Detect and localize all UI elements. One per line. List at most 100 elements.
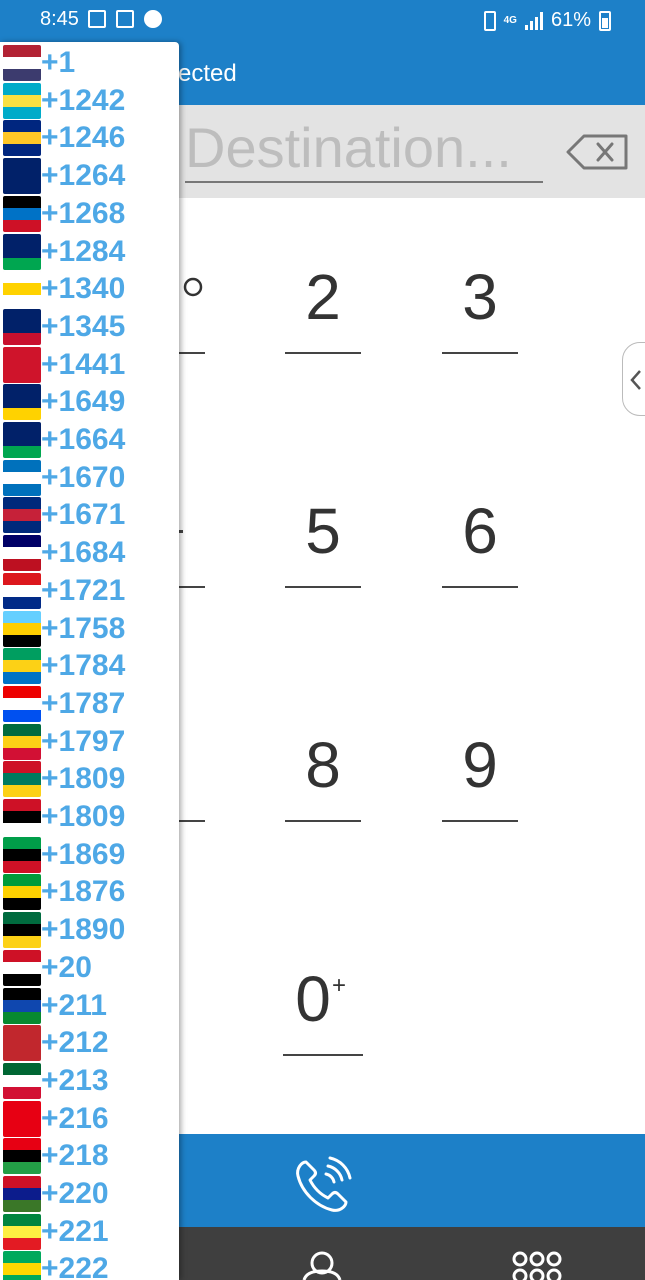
flag-icon [3,158,41,194]
key-0-plus: + [332,972,347,999]
country-code-item[interactable]: +213 [3,1062,177,1100]
country-code-item[interactable]: +1 [3,44,177,82]
country-code-label: +1246 [41,121,126,154]
country-code-label: +1721 [41,574,126,607]
dialpad-icon[interactable] [512,1251,562,1280]
country-code-label: +1684 [41,536,126,569]
country-code-label: +1284 [41,235,126,268]
country-code-label: +1797 [41,725,126,758]
country-code-label: +1664 [41,423,126,456]
country-code-item[interactable]: +1721 [3,572,177,610]
country-code-item[interactable]: +1649 [3,383,177,421]
backspace-icon[interactable] [566,134,628,170]
flag-icon [3,83,41,119]
country-code-item[interactable]: +1797 [3,723,177,761]
battery-percent: 61% [550,9,591,31]
country-code-item[interactable]: +221 [3,1213,177,1251]
flag-icon [3,120,41,156]
country-code-item[interactable]: +220 [3,1175,177,1213]
flag-icon [3,234,41,270]
contacts-icon[interactable] [300,1251,344,1280]
country-code-label: +1869 [41,838,126,871]
key-4-underline [179,586,205,588]
flag-icon [3,912,41,948]
voicemail-icon [183,277,203,297]
key-7-underline [179,820,205,822]
country-code-label: +1890 [41,913,126,946]
country-code-item[interactable]: +222 [3,1250,177,1280]
country-code-label: +1670 [41,461,126,494]
flag-icon [3,686,41,722]
signal-icon [524,11,543,30]
country-code-item[interactable]: +1758 [3,610,177,648]
country-code-item[interactable]: +216 [3,1100,177,1138]
flag-icon [3,837,41,873]
flag-icon [3,1214,41,1250]
country-code-label: +212 [41,1026,109,1059]
flag-icon [3,1251,41,1280]
flag-icon [3,988,41,1024]
country-code-item[interactable]: +1876 [3,873,177,911]
battery-icon [599,10,611,31]
country-code-item[interactable]: +1809 [3,760,177,798]
country-code-item[interactable]: +1787 [3,685,177,723]
country-code-item[interactable]: +1890 [3,911,177,949]
country-code-label: +1264 [41,159,126,192]
country-code-label: +220 [41,1177,109,1210]
country-code-item[interactable]: +1784 [3,647,177,685]
key-6[interactable]: 6 [440,488,520,588]
flag-icon [3,799,41,835]
country-code-label: +1671 [41,498,126,531]
flag-icon [3,535,41,571]
country-code-item[interactable]: +1264 [3,157,177,195]
flag-icon [3,196,41,232]
status-system-icons: 4G 61% [483,9,611,32]
flag-icon [3,950,41,986]
country-code-label: +213 [41,1064,109,1097]
country-code-item[interactable]: +1340 [3,270,177,308]
network-type: 4G [503,14,517,26]
country-code-item[interactable]: +1684 [3,534,177,572]
flag-icon [3,874,41,910]
country-code-item[interactable]: +1284 [3,233,177,271]
country-code-label: +1876 [41,875,126,908]
country-code-label: +1441 [41,348,126,381]
phone-call-icon[interactable] [292,1154,354,1216]
country-code-label: +1 [41,46,76,79]
key-3[interactable]: 3 [440,254,520,354]
country-code-item[interactable]: +20 [3,949,177,987]
key-0[interactable]: 0 [273,956,363,1056]
side-panel-handle[interactable] [622,342,645,416]
country-code-item[interactable]: +1664 [3,421,177,459]
country-code-item[interactable]: +1242 [3,82,177,120]
flag-icon [3,1063,41,1099]
country-code-item[interactable]: +1268 [3,195,177,233]
key-8[interactable]: 8 [283,722,363,822]
sim-icon [116,10,134,28]
flag-icon [3,761,41,797]
country-code-label: +216 [41,1102,109,1135]
status-bar: 8:45 4G 61% [0,0,645,42]
key-5[interactable]: 5 [283,488,363,588]
country-code-label: +1809 [41,800,126,833]
country-code-label: +221 [41,1215,109,1248]
country-code-item[interactable]: +1441 [3,346,177,384]
image-icon [88,10,106,28]
country-code-item[interactable]: +218 [3,1137,177,1175]
country-code-item[interactable]: +1809 [3,798,177,836]
country-code-item[interactable]: +1869 [3,836,177,874]
flag-icon [3,497,41,533]
country-code-label: +211 [41,989,107,1022]
country-code-item[interactable]: +1671 [3,496,177,534]
country-code-list[interactable]: +1 +1242 +1246 +1264 +1268 +1284 +1340 +1345 +14… [0,42,179,1280]
destination-input[interactable] [185,113,543,183]
country-code-label: +1649 [41,385,126,418]
country-code-item[interactable]: +1345 [3,308,177,346]
country-code-item[interactable]: +1246 [3,119,177,157]
country-code-item[interactable]: +211 [3,987,177,1025]
flag-icon [3,1025,41,1061]
key-2[interactable]: 2 [283,254,363,354]
key-9[interactable]: 9 [440,722,520,822]
country-code-item[interactable]: +212 [3,1024,177,1062]
country-code-item[interactable]: +1670 [3,459,177,497]
